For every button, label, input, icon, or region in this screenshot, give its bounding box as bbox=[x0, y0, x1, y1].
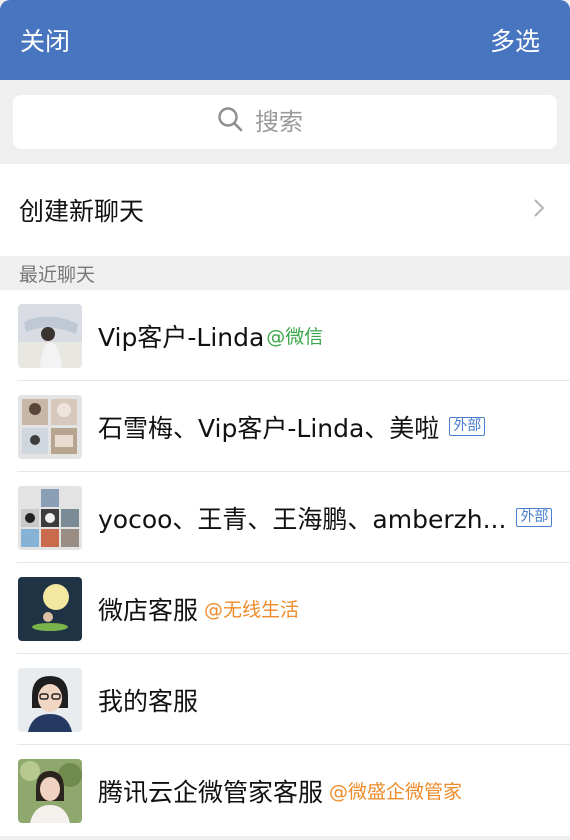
external-badge: 外部 bbox=[449, 417, 486, 436]
chat-source-tag: @微盛企微管家 bbox=[329, 781, 463, 803]
avatar bbox=[18, 758, 82, 823]
chat-name: 腾讯云企微管家客服 bbox=[98, 777, 324, 807]
create-new-chat-row[interactable]: 创建新聊天 bbox=[0, 164, 570, 256]
external-badge: 外部 bbox=[516, 508, 553, 527]
avatar bbox=[18, 485, 82, 550]
chat-row-weidian-service[interactable]: 微店客服 @无线生活 bbox=[0, 563, 570, 654]
search-icon bbox=[217, 106, 243, 138]
recent-chats-header: 最近聊天 bbox=[0, 256, 570, 290]
multi-select-button[interactable]: 多选 bbox=[490, 22, 540, 58]
avatar bbox=[18, 576, 82, 641]
create-new-chat-label: 创建新聊天 bbox=[19, 197, 145, 226]
avatar bbox=[18, 303, 82, 368]
chat-source-tag: @无线生活 bbox=[204, 599, 300, 621]
top-bar: 关闭 多选 bbox=[0, 0, 570, 80]
chat-name: 我的客服 bbox=[98, 686, 199, 716]
chat-name: Vip客户-Linda bbox=[98, 322, 265, 352]
close-button[interactable]: 关闭 bbox=[20, 22, 70, 58]
avatar bbox=[18, 667, 82, 732]
avatar bbox=[18, 394, 82, 459]
recent-chat-list: Vip客户-Linda @微信 石雪梅、Vip客户-Linda、美啦 外部 yo… bbox=[0, 290, 570, 836]
chat-row-tencent-cloud-service[interactable]: 腾讯云企微管家客服 @微盛企微管家 bbox=[0, 745, 570, 836]
chat-name: 微店客服 bbox=[98, 595, 199, 625]
chat-row-my-service[interactable]: 我的客服 bbox=[0, 654, 570, 745]
chat-row-vip-linda[interactable]: Vip客户-Linda @微信 bbox=[0, 290, 570, 381]
chat-name: yocoo、王青、王海鹏、amberzh... bbox=[98, 504, 507, 534]
search-area bbox=[0, 80, 570, 164]
chat-source-tag: @微信 bbox=[266, 326, 324, 348]
search-box[interactable] bbox=[13, 95, 557, 149]
search-input[interactable] bbox=[253, 107, 353, 137]
chat-row-group-shixuemei[interactable]: 石雪梅、Vip客户-Linda、美啦 外部 bbox=[0, 381, 570, 472]
chat-name: 石雪梅、Vip客户-Linda、美啦 bbox=[98, 413, 440, 443]
chevron-right-icon bbox=[532, 196, 546, 225]
chat-row-group-yocoo[interactable]: yocoo、王青、王海鹏、amberzh... 外部 bbox=[0, 472, 570, 563]
